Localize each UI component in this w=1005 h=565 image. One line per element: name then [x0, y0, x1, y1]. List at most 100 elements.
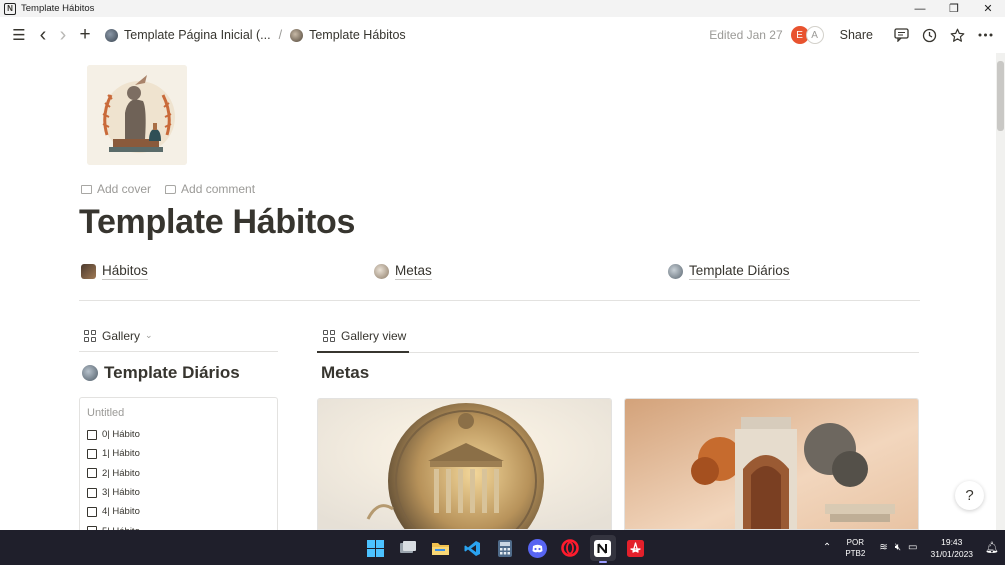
link-template-diarios[interactable]: Template Diários [668, 263, 790, 280]
comment-icon[interactable] [887, 28, 915, 42]
gallery-card-cover-coin[interactable] [317, 398, 612, 530]
checkbox[interactable] [87, 506, 97, 517]
language-indicator[interactable]: POR PTB2 [845, 537, 865, 559]
notion-icon[interactable] [589, 535, 616, 563]
notion-app-icon: N [4, 2, 16, 15]
acrobat-icon[interactable] [622, 535, 648, 561]
folder-icon[interactable] [427, 535, 453, 561]
vscode-icon[interactable] [460, 535, 486, 561]
file-explorer-task-view-icon[interactable] [395, 535, 421, 561]
battery-icon[interactable]: ▭ [908, 542, 917, 553]
time: 19:43 [941, 536, 963, 547]
linked-pages-row: Hábitos Metas Template Diários [81, 263, 921, 283]
add-cover-button[interactable]: Add cover [81, 182, 151, 196]
tab-label: Gallery view [341, 328, 407, 343]
template-diarios-database: Gallery ⌄ Template Diários Untitled 0| H… [79, 320, 278, 537]
link-label: Metas [395, 263, 432, 280]
page-title[interactable]: Template Hábitos [79, 203, 355, 242]
star-icon[interactable] [943, 28, 971, 43]
todo-label: 2| Hábito [102, 467, 140, 479]
minimize-button[interactable]: — [903, 0, 937, 17]
volume-muted-icon[interactable]: 🔇︎ [895, 542, 901, 553]
card-title: Untitled [87, 407, 125, 419]
help-button[interactable]: ? [955, 481, 984, 510]
windows-start-icon[interactable] [362, 535, 388, 561]
todo-label: 1| Hábito [102, 448, 140, 460]
add-cover-label: Add cover [97, 182, 152, 196]
taskbar-apps [362, 535, 655, 563]
share-button[interactable]: Share [840, 28, 873, 42]
checkbox[interactable] [87, 429, 97, 440]
page-icon-illustration[interactable] [87, 65, 187, 165]
image-icon [81, 184, 92, 194]
maximize-button[interactable]: ❐ [937, 0, 971, 17]
home-page-icon [105, 28, 118, 42]
gallery-grid-icon [84, 329, 96, 342]
link-metas[interactable]: Metas [374, 263, 432, 280]
diarios-database-icon [82, 365, 98, 381]
checkbox[interactable] [87, 468, 97, 479]
checkbox[interactable] [87, 448, 97, 459]
link-habitos[interactable]: Hábitos [81, 263, 148, 280]
breadcrumb-item-home[interactable]: Template Página Inicial (... [105, 28, 271, 42]
diarios-page-icon [668, 264, 683, 279]
scrollbar-thumb[interactable] [997, 61, 1004, 131]
keyboard-layout: PTB2 [845, 548, 866, 558]
view-label: Gallery [102, 328, 141, 343]
clock-icon[interactable] [915, 28, 943, 43]
system-tray: ⌃ POR PTB2 ≋ 🔇︎ ▭ 19:43 31/01/2023 🔔︎ [823, 530, 1005, 565]
new-page-plus-icon[interactable]: + [75, 24, 95, 45]
language-code: POR [846, 537, 864, 547]
divider [79, 300, 920, 301]
chevron-up-icon[interactable]: ⌃ [823, 542, 831, 553]
top-nav-bar: ☰ ‹ › + Template Página Inicial (... / T… [0, 17, 1005, 53]
database-title-label: Template Diários [104, 363, 240, 382]
notification-icon[interactable]: 🔔︎ [985, 541, 999, 554]
gallery-view-selector[interactable]: Gallery ⌄ [79, 320, 278, 352]
chevron-down-icon: ⌄ [145, 330, 153, 340]
discord-icon[interactable] [525, 535, 551, 561]
forward-arrow-icon[interactable]: › [53, 24, 73, 46]
date: 31/01/2023 [930, 548, 974, 559]
link-label: Hábitos [102, 263, 148, 280]
gallery-card-cover-door[interactable] [624, 398, 919, 530]
database-title[interactable]: Template Diários [82, 361, 278, 385]
more-icon[interactable] [971, 33, 999, 37]
avatar[interactable]: A [805, 26, 824, 44]
add-comment-label: Add comment [181, 182, 256, 196]
page-scrollbar[interactable] [996, 53, 1005, 530]
todo-item[interactable]: 1| Hábito [87, 444, 270, 463]
todo-label: 3| Hábito [102, 487, 140, 499]
todo-item[interactable]: 3| Hábito [87, 483, 270, 502]
todo-item[interactable]: 0| Hábito [87, 425, 270, 444]
window-title-bar: N Template Hábitos — ❐ ✕ [0, 0, 1005, 17]
gallery-card[interactable]: Untitled 0| Hábito 1| Hábito 2| Hábito 3… [79, 397, 278, 537]
close-button[interactable]: ✕ [971, 0, 1005, 17]
window-title: Template Hábitos [21, 3, 95, 14]
edited-timestamp: Edited Jan 27 [709, 28, 783, 42]
checkbox[interactable] [87, 487, 97, 498]
sidebar-menu-icon[interactable]: ☰ [9, 25, 29, 45]
breadcrumb-item-current[interactable]: Template Hábitos [290, 28, 406, 42]
calculator-icon[interactable] [492, 535, 518, 561]
link-label: Template Diários [689, 263, 790, 280]
window-controls: — ❐ ✕ [903, 0, 1005, 17]
database-title[interactable]: Metas [321, 363, 919, 387]
breadcrumb-label: Template Hábitos [309, 28, 406, 42]
breadcrumb-separator: / [278, 28, 283, 42]
page-actions: Add cover Add comment [81, 182, 269, 196]
tab-gallery-view[interactable]: Gallery view [317, 320, 409, 353]
clock[interactable]: 19:43 31/01/2023 [930, 536, 973, 560]
top-right-actions: Edited Jan 27 E A Share [709, 17, 1005, 53]
back-arrow-icon[interactable]: ‹ [33, 24, 53, 46]
todo-label: 0| Hábito [102, 429, 140, 441]
todo-item[interactable]: 4| Hábito [87, 502, 270, 521]
add-comment-button[interactable]: Add comment [165, 182, 255, 196]
opera-icon[interactable] [557, 535, 583, 561]
habits-page-icon [290, 28, 304, 42]
wifi-icon[interactable]: ≋ [879, 542, 887, 553]
gallery-grid-icon [323, 329, 335, 342]
habitos-page-icon [81, 264, 96, 279]
todo-item[interactable]: 2| Hábito [87, 464, 270, 483]
comment-bubble-icon [165, 184, 177, 194]
